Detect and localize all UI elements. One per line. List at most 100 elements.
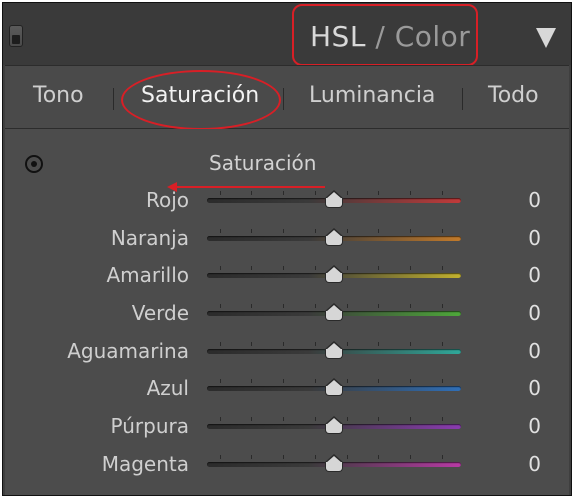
slider-tick bbox=[378, 304, 380, 308]
saturation-slider[interactable] bbox=[207, 373, 461, 403]
tab-divider bbox=[283, 88, 284, 110]
slider-tick bbox=[283, 342, 285, 346]
slider-tick bbox=[378, 379, 380, 383]
slider-tick bbox=[251, 342, 253, 346]
tab-annotation-ellipse bbox=[121, 70, 281, 130]
slider-label: Púrpura bbox=[110, 414, 189, 438]
slider-value[interactable]: 0 bbox=[515, 336, 541, 366]
slider-tick bbox=[219, 455, 221, 459]
slider-value[interactable]: 0 bbox=[515, 411, 541, 441]
slider-tick bbox=[314, 417, 316, 421]
slider-section: Saturación Rojo 0 Naranja 0 Amarillo 0 Verde 0 A… bbox=[5, 129, 569, 495]
slider-tick bbox=[441, 379, 443, 383]
slider-tick bbox=[251, 379, 253, 383]
slider-label: Verde bbox=[131, 301, 189, 325]
slider-tick bbox=[219, 417, 221, 421]
section-title: Saturación bbox=[209, 151, 317, 175]
slider-row-aguamarina: Aguamarina 0 bbox=[5, 336, 569, 366]
panel-toggle-switch[interactable] bbox=[9, 25, 23, 47]
slider-tick bbox=[378, 191, 380, 195]
slider-label: Azul bbox=[146, 376, 189, 400]
slider-tick bbox=[219, 229, 221, 233]
slider-tick bbox=[410, 455, 412, 459]
slider-value[interactable]: 0 bbox=[515, 298, 541, 328]
slider-tick bbox=[219, 191, 221, 195]
slider-tick bbox=[251, 229, 253, 233]
target-adjust-icon[interactable] bbox=[25, 155, 43, 173]
slider-label: Naranja bbox=[110, 226, 189, 250]
slider-value[interactable]: 0 bbox=[515, 449, 541, 479]
slider-tick bbox=[410, 266, 412, 270]
slider-tick bbox=[251, 417, 253, 421]
slider-label: Magenta bbox=[101, 452, 189, 476]
tab-tono[interactable]: Tono bbox=[33, 81, 84, 111]
slider-tick bbox=[410, 304, 412, 308]
tab-todo[interactable]: Todo bbox=[488, 81, 539, 111]
slider-label: Amarillo bbox=[106, 263, 189, 287]
slider-tick bbox=[314, 455, 316, 459]
slider-tick bbox=[219, 342, 221, 346]
slider-value[interactable]: 0 bbox=[515, 185, 541, 215]
slider-tick bbox=[251, 304, 253, 308]
slider-value[interactable]: 0 bbox=[515, 260, 541, 290]
slider-value[interactable]: 0 bbox=[515, 373, 541, 403]
slider-tick bbox=[283, 229, 285, 233]
tab-divider bbox=[462, 88, 463, 110]
triangle-down-icon[interactable] bbox=[536, 28, 556, 48]
slider-tick bbox=[314, 304, 316, 308]
slider-tick bbox=[283, 191, 285, 195]
slider-tick bbox=[441, 266, 443, 270]
slider-tick bbox=[314, 342, 316, 346]
saturation-slider[interactable] bbox=[207, 223, 461, 253]
slider-tick bbox=[410, 191, 412, 195]
slider-tick bbox=[410, 229, 412, 233]
slider-tick bbox=[251, 455, 253, 459]
slider-tick bbox=[441, 229, 443, 233]
slider-tick bbox=[251, 266, 253, 270]
slider-tick bbox=[283, 379, 285, 383]
saturation-slider[interactable] bbox=[207, 411, 461, 441]
saturation-slider[interactable] bbox=[207, 336, 461, 366]
slider-tick bbox=[346, 455, 348, 459]
slider-tick bbox=[314, 229, 316, 233]
saturation-slider[interactable] bbox=[207, 298, 461, 328]
slider-tick bbox=[378, 417, 380, 421]
slider-tick bbox=[378, 229, 380, 233]
saturation-slider[interactable] bbox=[207, 449, 461, 479]
panel-header: HSL / Color bbox=[3, 3, 571, 66]
slider-tick bbox=[441, 417, 443, 421]
slider-label: Aguamarina bbox=[67, 339, 189, 363]
slider-row-naranja: Naranja 0 bbox=[5, 223, 569, 253]
tab-luminancia[interactable]: Luminancia bbox=[309, 81, 435, 111]
slider-tick bbox=[410, 342, 412, 346]
slider-row-verde: Verde 0 bbox=[5, 298, 569, 328]
slider-tick bbox=[346, 229, 348, 233]
slider-tick bbox=[251, 191, 253, 195]
slider-tick bbox=[314, 379, 316, 383]
slider-value[interactable]: 0 bbox=[515, 223, 541, 253]
title-annotation-box bbox=[292, 4, 478, 66]
slider-tick bbox=[219, 266, 221, 270]
saturation-slider[interactable] bbox=[207, 185, 461, 215]
slider-tick bbox=[283, 266, 285, 270]
hsl-color-panel: HSL / Color Tono Saturación Luminancia T… bbox=[2, 2, 572, 496]
slider-tick bbox=[378, 342, 380, 346]
slider-tick bbox=[378, 455, 380, 459]
slider-tick bbox=[410, 417, 412, 421]
slider-row-rojo: Rojo 0 bbox=[5, 185, 569, 215]
slider-tick bbox=[219, 304, 221, 308]
tab-divider bbox=[113, 88, 114, 110]
slider-row-magenta: Magenta 0 bbox=[5, 449, 569, 479]
slider-tick bbox=[283, 455, 285, 459]
slider-tick bbox=[441, 342, 443, 346]
slider-tick bbox=[314, 266, 316, 270]
slider-tick bbox=[410, 379, 412, 383]
slider-tick bbox=[346, 191, 348, 195]
hsl-tab-bar: Tono Saturación Luminancia Todo bbox=[5, 65, 569, 130]
slider-tick bbox=[346, 304, 348, 308]
slider-tick bbox=[378, 266, 380, 270]
slider-row-amarillo: Amarillo 0 bbox=[5, 260, 569, 290]
slider-tick bbox=[346, 417, 348, 421]
saturation-slider[interactable] bbox=[207, 260, 461, 290]
slider-tick bbox=[283, 304, 285, 308]
